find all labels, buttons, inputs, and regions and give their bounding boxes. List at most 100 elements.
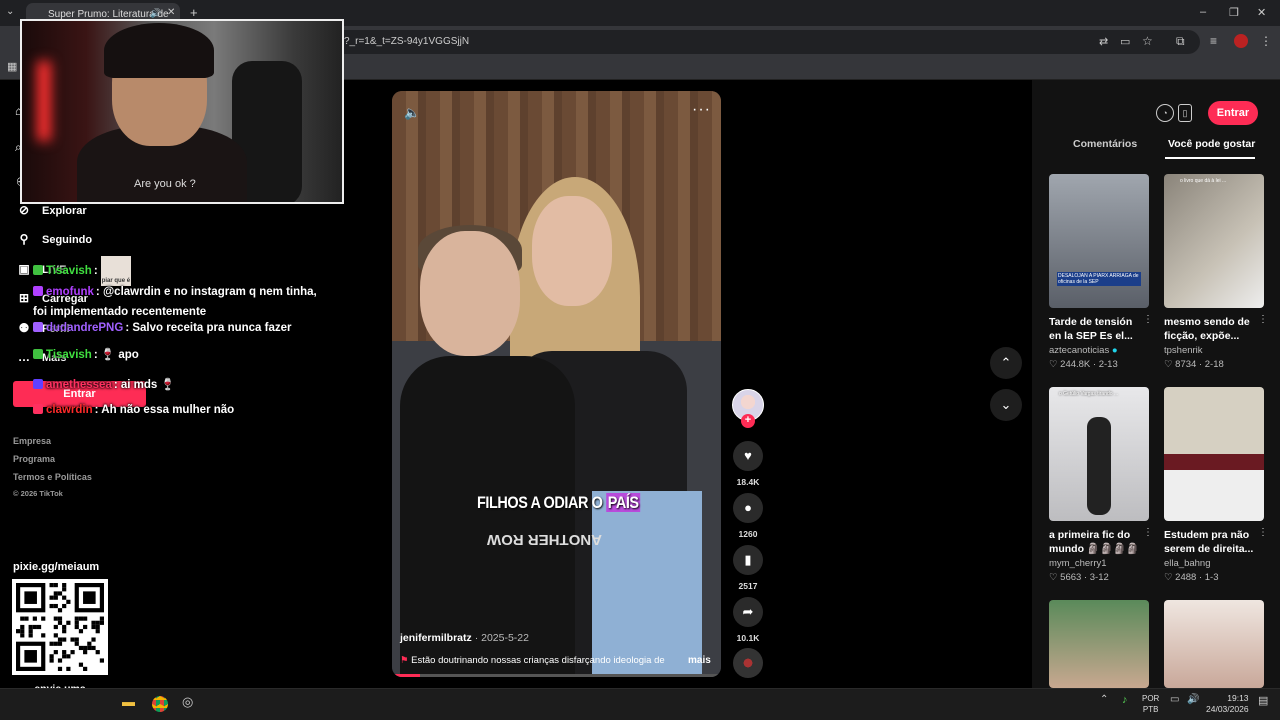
- ellipsis-icon: …: [18, 350, 30, 364]
- suggested-video-card[interactable]: o Getúlio Vargas tirando ... a primeira …: [1049, 387, 1153, 583]
- suggested-video-card[interactable]: [1049, 600, 1149, 688]
- share-icon: ➦: [733, 597, 763, 627]
- description-more-link[interactable]: mais: [688, 655, 711, 666]
- thumb-caption: o Getúlio Vargas tirando ...: [1059, 391, 1119, 397]
- notification-icon[interactable]: ▤: [1258, 694, 1268, 707]
- volume-icon[interactable]: 🔈: [404, 105, 420, 121]
- qr-code-graphic: [16, 583, 104, 671]
- card-title: Estudem pra não serem de direita...: [1164, 529, 1254, 555]
- chat-badge-icon: [33, 265, 43, 276]
- chat-text: ai mds 🍷: [120, 379, 175, 391]
- user-plus-icon: ⚲: [19, 232, 29, 246]
- chat-text: Ah não essa mulher não: [101, 404, 235, 416]
- tab-comments[interactable]: Comentários: [1073, 138, 1137, 150]
- card-thumbnail: [1164, 600, 1264, 688]
- card-menu-icon[interactable]: ⋮: [1143, 314, 1153, 325]
- suggested-video-card[interactable]: Estudem pra não serem de direita... ella…: [1164, 387, 1268, 583]
- follow-plus-icon[interactable]: +: [741, 414, 755, 428]
- video-progress-bar[interactable]: [392, 674, 721, 677]
- media-control-icon[interactable]: ≡: [1210, 34, 1217, 48]
- device-icon[interactable]: ▯: [1178, 104, 1192, 122]
- maximize-icon[interactable]: ❐: [1229, 6, 1239, 19]
- tab-suggestions[interactable]: Você pode gostar: [1168, 138, 1255, 150]
- video-description: ⚑ Estão doutrinando nossas crianças disf…: [400, 655, 665, 666]
- video-woman-face: [532, 196, 612, 306]
- chat-badge-icon: [33, 349, 43, 359]
- share-action[interactable]: ➦ 10.1K: [733, 597, 763, 643]
- music-disc-icon[interactable]: [733, 648, 763, 678]
- close-window-icon[interactable]: ✕: [1257, 6, 1266, 19]
- video-author[interactable]: jenifermilbratz · 2025-5-22: [400, 632, 529, 644]
- chat-message: emofunk: @clawrdin e no instagram q nem …: [33, 286, 317, 318]
- chat-user: dudandrePNG: [46, 322, 124, 334]
- browser-menu-icon[interactable]: ⋮: [1260, 34, 1272, 48]
- footer-program[interactable]: Programa: [13, 454, 55, 464]
- file-explorer-icon[interactable]: ▬: [122, 694, 135, 709]
- card-menu-icon[interactable]: ⋮: [1258, 314, 1268, 325]
- nav-explore[interactable]: ⊘ Explorar: [16, 203, 87, 217]
- card-title: Tarde de tensión en la SEP Es el...: [1049, 316, 1133, 342]
- obs-icon[interactable]: ◎: [182, 694, 193, 710]
- microphone-icon[interactable]: ♪: [1122, 694, 1128, 706]
- video-more-icon[interactable]: ···: [692, 101, 711, 119]
- tab-search-icon[interactable]: ⌄: [6, 6, 14, 17]
- thumb-caption: o livro que dá à lei ...: [1180, 178, 1227, 184]
- card-thumbnail: DESALOJAN A PIARX ARRIAGA de oficinas de…: [1049, 174, 1149, 308]
- video-progress-fill: [392, 674, 420, 677]
- new-tab-icon[interactable]: +: [190, 5, 198, 20]
- minimize-icon[interactable]: –: [1200, 6, 1206, 18]
- bookmark-star-icon[interactable]: ☆: [1142, 34, 1153, 48]
- chat-badge-icon: [33, 322, 43, 332]
- chat-user: clawrdin: [46, 404, 93, 416]
- chat-message: Tisavish: 🍷 apo: [33, 347, 139, 361]
- like-action[interactable]: ♥ 18.4K: [733, 441, 763, 487]
- cast-icon[interactable]: ▭: [1120, 35, 1130, 48]
- heart-outline-icon: ♡: [1164, 359, 1176, 370]
- network-icon[interactable]: ▭: [1170, 694, 1179, 705]
- chat-user: Tisavish: [46, 265, 92, 278]
- thumb-figure: [1087, 417, 1111, 515]
- card-title: mesmo sendo de ficção, expõe...: [1164, 316, 1250, 342]
- apps-grid-icon[interactable]: ▦: [7, 60, 17, 73]
- heart-outline-icon: ♡: [1164, 572, 1176, 583]
- tab-close-icon[interactable]: ✕: [167, 7, 175, 18]
- comment-action[interactable]: ● 1260: [733, 493, 763, 539]
- description-icon: ⚑: [400, 655, 412, 666]
- profile-avatar[interactable]: [1234, 34, 1248, 48]
- save-action[interactable]: ▮ 2517: [733, 545, 763, 591]
- video-player[interactable]: ANOTHER ROW FILHOS A ODIAR O PAÍS 🔈 ··· …: [392, 91, 721, 677]
- tab-audio-icon[interactable]: 🔊: [150, 8, 161, 19]
- nav-following[interactable]: ⚲ Seguindo: [16, 232, 93, 246]
- extensions-icon[interactable]: ⧉: [1176, 34, 1185, 49]
- verified-icon: ●: [1111, 345, 1118, 356]
- card-meta: ♡ 5663 · 3-12: [1049, 572, 1109, 583]
- card-thumbnail: [1164, 387, 1264, 521]
- url-text: ?_r=1&_t=ZS-94y1VGGSjjN: [344, 36, 470, 47]
- translate-icon[interactable]: ⇄: [1099, 35, 1108, 48]
- chat-badge-icon: [33, 286, 43, 296]
- comment-count: 1260: [738, 529, 758, 539]
- card-menu-icon[interactable]: ⋮: [1143, 527, 1153, 538]
- language-indicator[interactable]: POR PTB: [1142, 693, 1159, 715]
- heart-outline-icon: ♡: [1049, 572, 1061, 583]
- card-menu-icon[interactable]: ⋮: [1258, 527, 1268, 538]
- suggested-video-card[interactable]: DESALOJAN A PIARX ARRIAGA de oficinas de…: [1049, 174, 1153, 370]
- discover-icon[interactable]: ◔: [1156, 104, 1174, 122]
- suggested-video-card[interactable]: [1164, 600, 1264, 688]
- suggested-video-card[interactable]: o livro que dá à lei ... mesmo sendo de …: [1164, 174, 1268, 370]
- right-panel: [1032, 80, 1280, 688]
- footer-company[interactable]: Empresa: [13, 436, 51, 446]
- previous-video-button[interactable]: ⌃: [990, 347, 1022, 379]
- chat-message: amethessea: ai mds 🍷: [33, 377, 175, 391]
- speaker-icon[interactable]: 🔊: [1187, 694, 1199, 705]
- footer-terms[interactable]: Termos e Políticas: [13, 472, 92, 482]
- person-icon: ⚉: [18, 321, 30, 335]
- video-caption: FILHOS A ODIAR O PAÍS: [477, 493, 641, 512]
- login-button-right[interactable]: Entrar: [1208, 101, 1258, 125]
- tray-chevron-icon[interactable]: ⌃: [1100, 694, 1108, 705]
- bookmark-icon: ▮: [733, 545, 763, 575]
- taskbar-clock[interactable]: 19:13 24/03/2026: [1206, 693, 1249, 715]
- next-video-button[interactable]: ⌄: [990, 389, 1022, 421]
- chrome-icon[interactable]: [152, 696, 168, 712]
- thumb-caption: DESALOJAN A PIARX ARRIAGA de oficinas de…: [1057, 272, 1141, 286]
